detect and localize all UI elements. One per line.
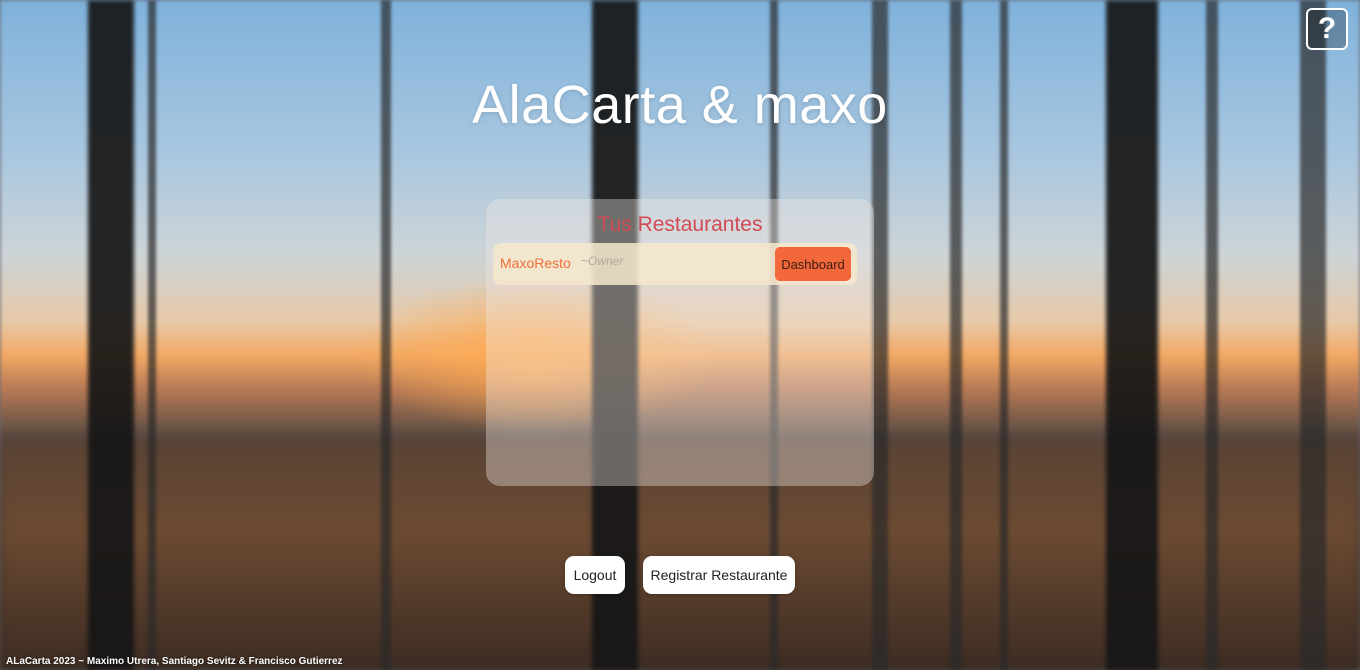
help-button[interactable]: ?	[1306, 8, 1348, 50]
logout-button[interactable]: Logout	[565, 556, 625, 594]
restaurant-name: MaxoResto	[500, 255, 571, 271]
restaurant-row: MaxoResto ~Owner Dashboard	[493, 243, 857, 285]
restaurant-role: ~Owner	[581, 254, 624, 268]
footer-credits: ALaCarta 2023 ~ Maximo Utrera, Santiago …	[6, 656, 343, 667]
dashboard-button[interactable]: Dashboard	[775, 247, 851, 281]
page-title: AlaCarta & maxo	[472, 75, 888, 135]
question-mark-icon: ?	[1317, 12, 1337, 45]
restaurants-panel: Tus Restaurantes MaxoResto ~Owner Dashbo…	[486, 199, 874, 486]
register-restaurant-button[interactable]: Registrar Restaurante	[643, 556, 795, 594]
panel-title: Tus Restaurantes	[597, 213, 763, 236]
